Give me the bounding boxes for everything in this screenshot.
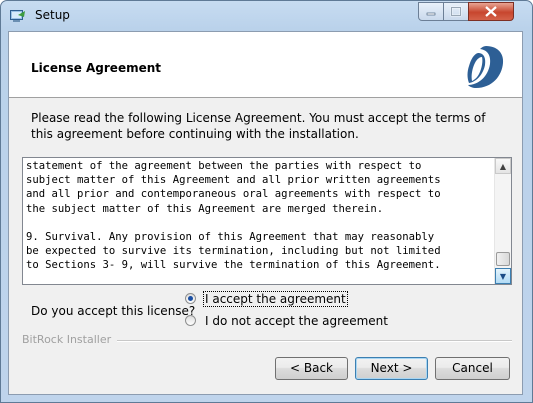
- scroll-down-button[interactable]: ▼: [495, 268, 511, 284]
- back-button[interactable]: < Back: [275, 357, 348, 380]
- scroll-down-arrow-icon: ▼: [499, 272, 507, 281]
- scroll-thumb[interactable]: [496, 252, 510, 266]
- accept-question-label: Do you accept this license?: [31, 304, 196, 318]
- dialog-client-area: License Agreement Please read the follow…: [8, 31, 523, 395]
- footer-divider: [117, 340, 512, 342]
- accept-radio-label[interactable]: I accept the agreement: [203, 291, 348, 307]
- installer-brand-label: BitRock Installer: [22, 333, 112, 346]
- setup-app-icon: [10, 10, 25, 22]
- next-button[interactable]: Next >: [355, 357, 428, 380]
- close-icon: [485, 6, 497, 17]
- window-title: Setup: [35, 8, 70, 22]
- bitrock-logo: [467, 46, 504, 88]
- page-title: License Agreement: [31, 61, 162, 75]
- license-text-area[interactable]: statement of the agreement between the p…: [22, 157, 512, 285]
- title-bar[interactable]: Setup: [1, 1, 532, 31]
- decline-radio-label[interactable]: I do not accept the agreement: [205, 314, 388, 328]
- license-text: statement of the agreement between the p…: [26, 160, 441, 272]
- scroll-up-arrow-icon: ▲: [499, 162, 507, 171]
- intro-text: Please read the following License Agreem…: [31, 111, 486, 141]
- setup-window: Setup License Agreement Please read the …: [0, 0, 533, 403]
- minimize-button[interactable]: [418, 2, 444, 21]
- scroll-up-button[interactable]: ▲: [495, 158, 511, 174]
- page-header: License Agreement: [9, 32, 522, 98]
- radio-selected-dot: [188, 296, 193, 301]
- accept-radio[interactable]: [185, 293, 196, 304]
- close-button[interactable]: [468, 2, 514, 21]
- decline-radio[interactable]: [185, 315, 196, 326]
- maximize-icon: [450, 6, 462, 17]
- maximize-button[interactable]: [443, 2, 469, 21]
- cancel-button[interactable]: Cancel: [435, 357, 510, 380]
- license-scrollbar[interactable]: ▲ ▼: [494, 158, 511, 284]
- minimize-icon: [426, 12, 436, 16]
